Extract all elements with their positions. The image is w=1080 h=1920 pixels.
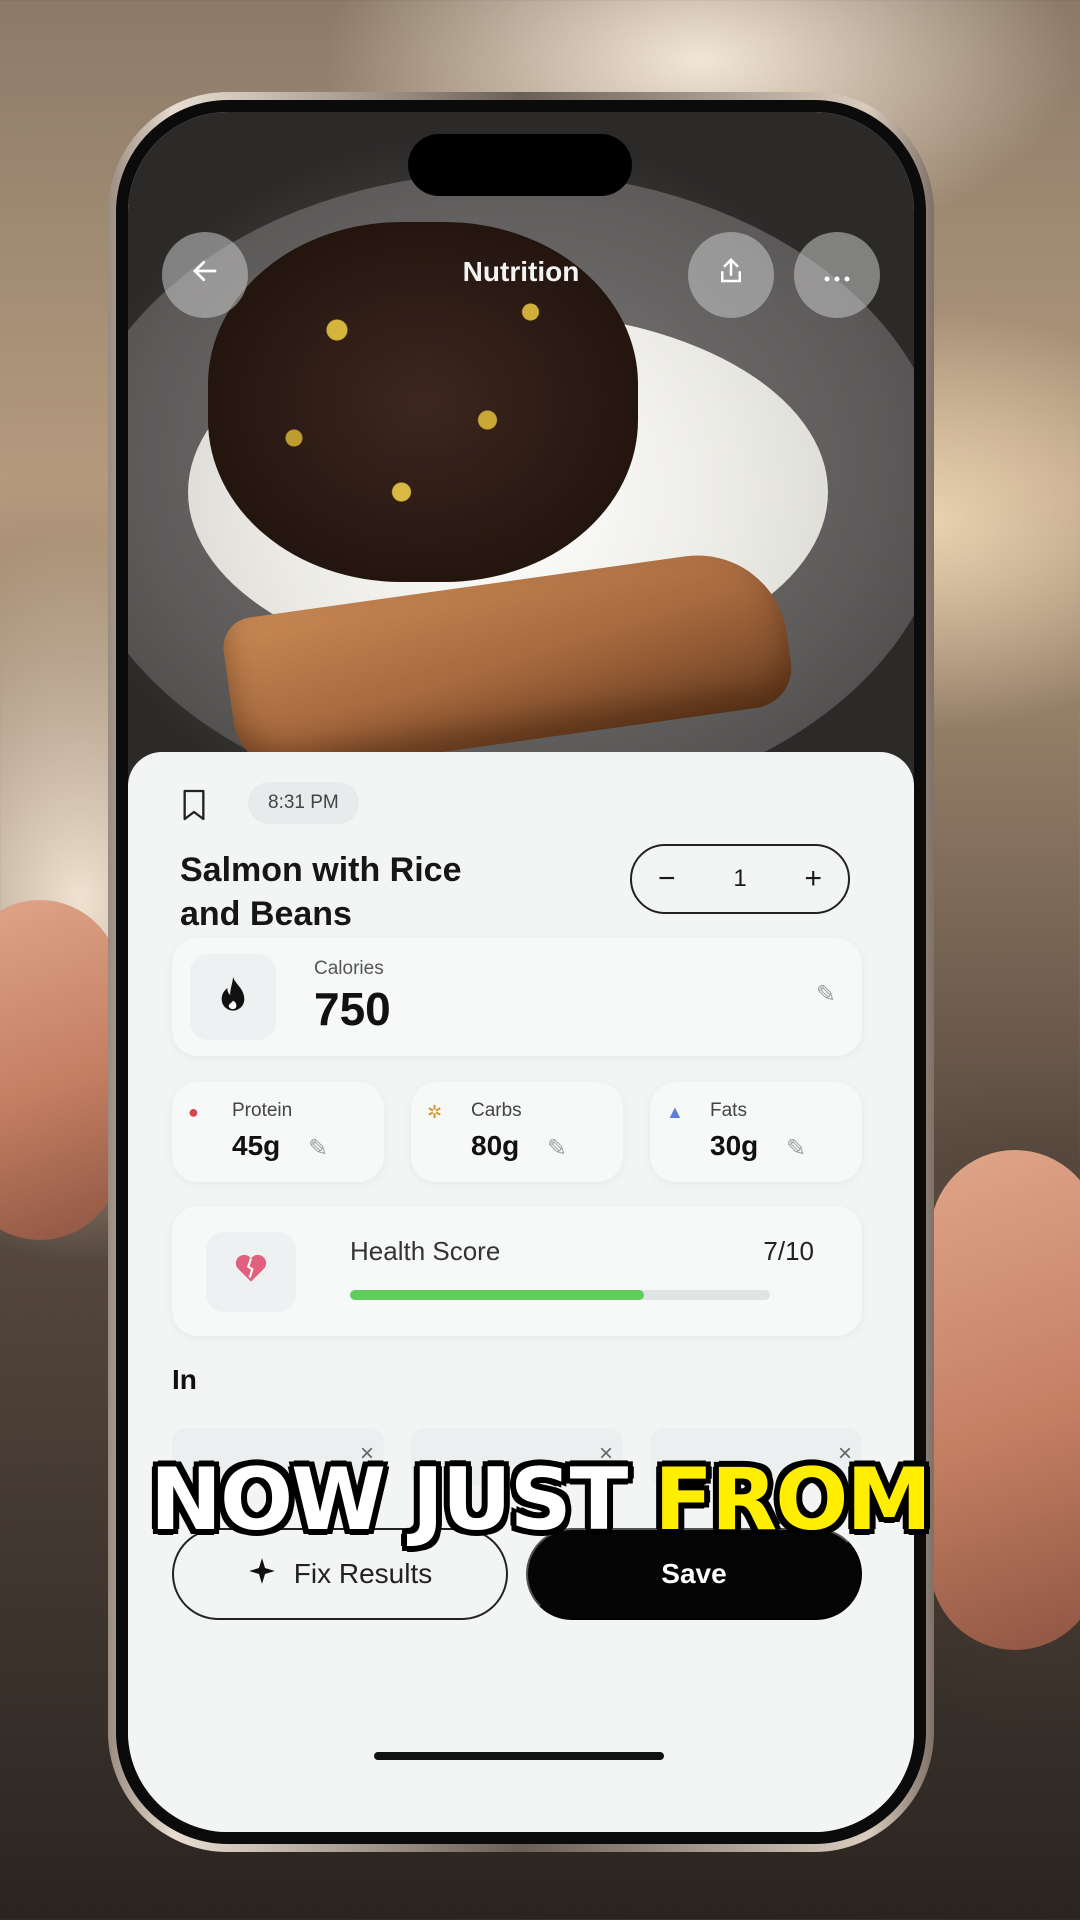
calories-label: Calories	[314, 958, 384, 979]
increment-button[interactable]: +	[804, 862, 822, 896]
fix-results-label: Fix Results	[293, 1558, 433, 1589]
more-button[interactable]	[794, 232, 880, 318]
calories-card[interactable]: Calories 750 ✎	[172, 938, 862, 1056]
time-badge: 8:31 PM	[248, 782, 359, 824]
macro-value: 30g	[710, 1130, 759, 1161]
macro-label: Fats	[710, 1100, 747, 1121]
pencil-icon[interactable]: ✎	[547, 1134, 567, 1163]
more-icon	[822, 258, 852, 292]
serving-count: 1	[733, 865, 747, 892]
macro-value: 45g	[232, 1130, 281, 1161]
macro-card-fats[interactable]: ▲ Fats 30g ✎	[650, 1082, 862, 1182]
health-score-fill	[350, 1290, 644, 1300]
droplet-icon: ▲	[666, 1102, 684, 1122]
wheat-icon: ✲	[427, 1102, 443, 1122]
health-score-label: Health Score	[350, 1236, 501, 1266]
video-caption: NOW JUST FROM	[0, 1450, 1080, 1550]
flame-icon	[216, 975, 250, 1020]
pencil-icon[interactable]: ✎	[308, 1134, 328, 1163]
share-icon	[716, 256, 746, 294]
health-score-bar	[350, 1290, 770, 1300]
calories-value: 750	[314, 983, 391, 1035]
health-icon-box	[206, 1232, 296, 1312]
sparkle-icon	[248, 1557, 276, 1592]
pencil-icon[interactable]: ✎	[816, 980, 836, 1009]
decrement-button[interactable]: −	[658, 862, 676, 896]
pencil-icon[interactable]: ✎	[786, 1134, 806, 1163]
phone-screen: Nutrition 8:31 PM Salmon with Rice and B…	[128, 112, 914, 1832]
broken-heart-icon	[234, 1253, 268, 1291]
health-score-value: 7/10	[763, 1236, 814, 1266]
macro-card-carbs[interactable]: ✲ Carbs 80g ✎	[411, 1082, 623, 1182]
macro-card-protein[interactable]: ● Protein 45g ✎	[172, 1082, 384, 1182]
share-button[interactable]	[688, 232, 774, 318]
macro-label: Protein	[232, 1100, 293, 1121]
top-bar: Nutrition	[128, 112, 914, 318]
macro-value: 80g	[471, 1130, 520, 1161]
home-indicator[interactable]	[374, 1752, 664, 1760]
hand-left	[0, 900, 120, 1240]
ingredients-title: In	[172, 1364, 197, 1395]
caption-highlight: FROM	[654, 1450, 932, 1550]
caption-text: NOW JUST	[150, 1450, 655, 1550]
drumstick-icon: ●	[188, 1102, 199, 1122]
macro-label: Carbs	[471, 1100, 522, 1121]
calories-icon-box	[190, 954, 276, 1040]
nutrition-sheet: 8:31 PM Salmon with Rice and Beans − 1 +…	[128, 752, 914, 1832]
hand-right	[930, 1150, 1080, 1650]
bookmark-icon[interactable]	[180, 788, 208, 822]
health-score-card[interactable]: Health Score 7/10	[172, 1206, 862, 1336]
serving-stepper: − 1 +	[630, 844, 850, 914]
meal-title: Salmon with Rice and Beans	[180, 851, 462, 933]
